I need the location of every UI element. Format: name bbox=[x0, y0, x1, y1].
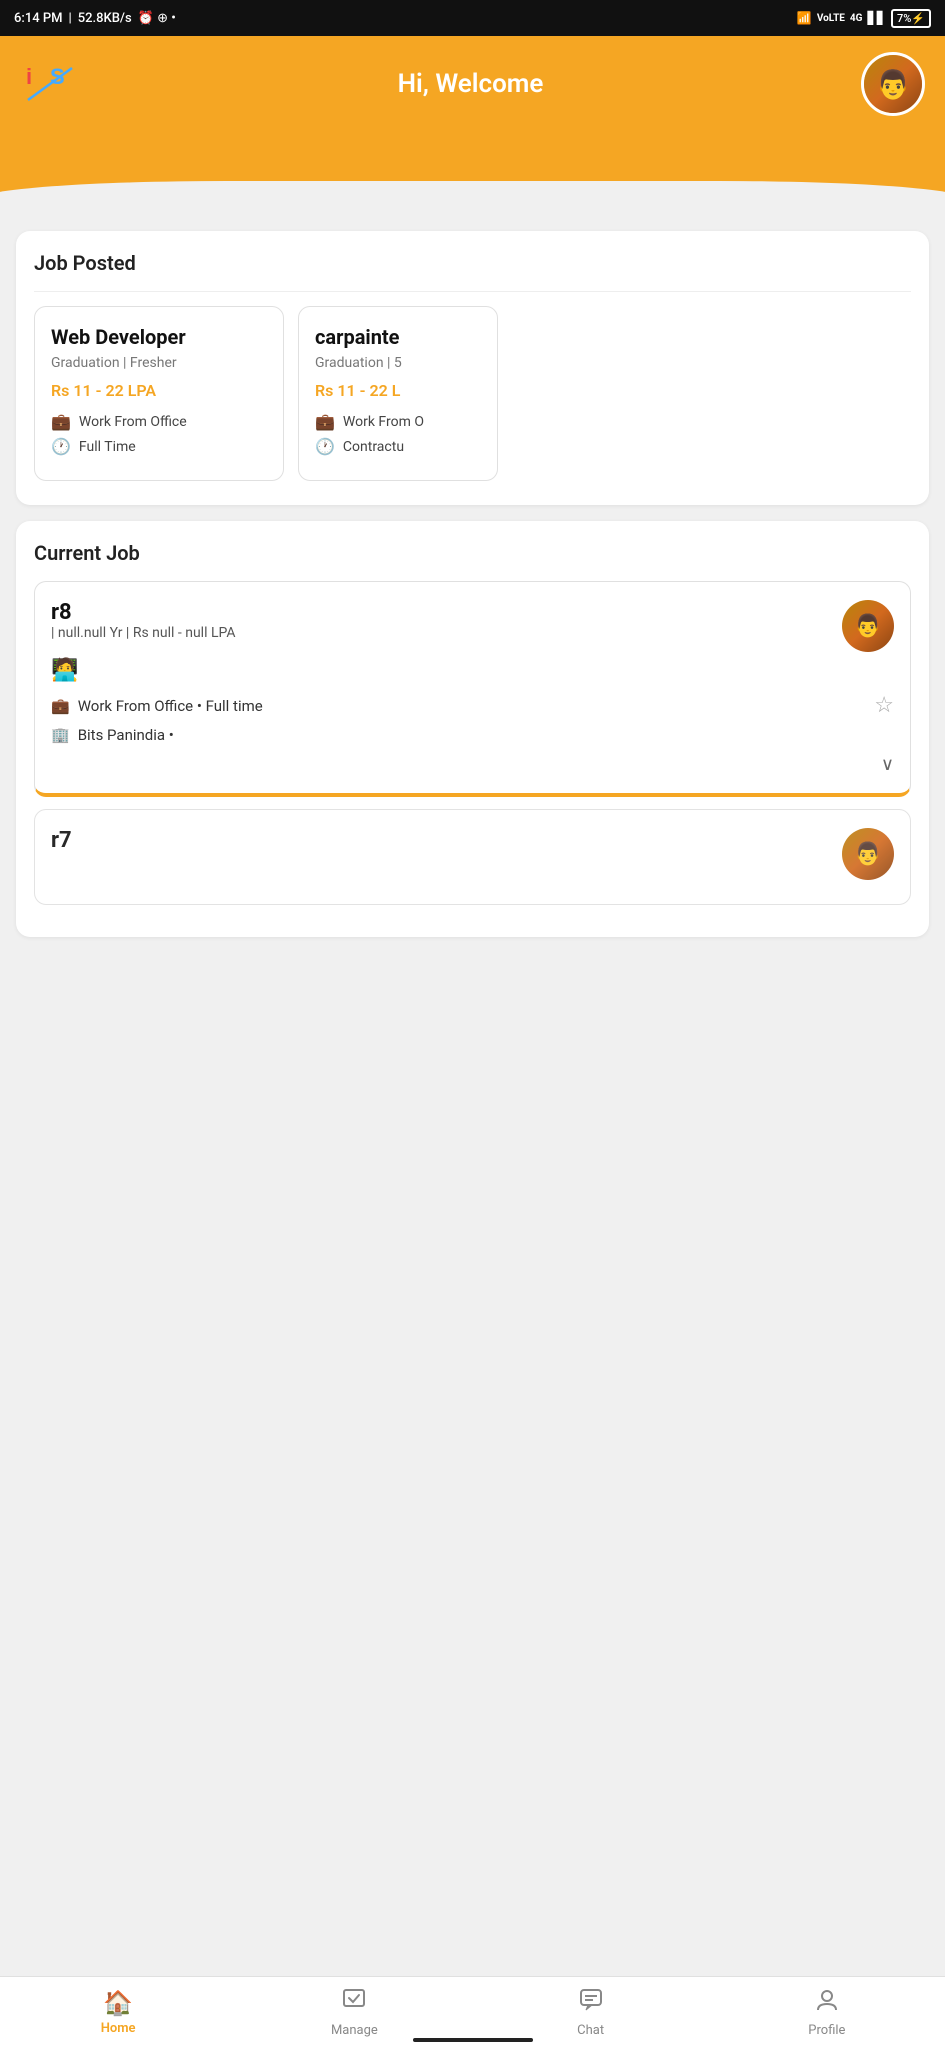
job-title-1: carpainte bbox=[315, 325, 481, 349]
cj-meta-0: | null.null Yr | Rs null - null LPA bbox=[51, 625, 236, 641]
briefcase-icon-0: 💼 bbox=[51, 412, 71, 431]
svg-text:3: 3 bbox=[36, 72, 50, 102]
svg-text:S: S bbox=[50, 64, 65, 89]
jobs-scroll[interactable]: Web Developer Graduation | Fresher Rs 11… bbox=[34, 306, 911, 485]
status-icons: ⏰ ⊕ • bbox=[138, 11, 176, 26]
chevron-row-0[interactable]: ∨ bbox=[51, 754, 894, 775]
cj-detail-row-0: 💼 Work From Office • Full time ☆ bbox=[51, 693, 894, 718]
briefcase-icon-cj0: 💼 bbox=[51, 697, 70, 715]
wifi-icon: 📶 bbox=[797, 11, 812, 25]
job-title-0: Web Developer bbox=[51, 325, 267, 349]
job-salary-0: Rs 11 - 22 LPA bbox=[51, 381, 267, 400]
chat-icon bbox=[578, 1987, 604, 2019]
status-right: 📶 VoLTE 4G ▋▋ 7%⚡ bbox=[797, 9, 931, 28]
header-greeting: Hi, Welcome bbox=[80, 69, 861, 99]
battery-icon: 7%⚡ bbox=[891, 9, 931, 28]
job-posted-title: Job Posted bbox=[34, 251, 911, 275]
manage-icon bbox=[341, 1987, 367, 2019]
volte-icon: VoLTE bbox=[817, 13, 845, 24]
building-icon-0: 🏢 bbox=[51, 726, 70, 744]
clock-icon-1: 🕐 bbox=[315, 437, 335, 456]
home-indicator bbox=[413, 2038, 533, 2042]
home-icon: 🏠 bbox=[103, 1989, 133, 2017]
nav-home[interactable]: 🏠 Home bbox=[0, 1977, 236, 2048]
job-meta-0: Graduation | Fresher bbox=[51, 355, 267, 371]
current-job-item-1[interactable]: r7 👨 bbox=[34, 809, 911, 905]
job-meta-1: Graduation | 5 bbox=[315, 355, 481, 371]
nav-profile-label: Profile bbox=[808, 2023, 845, 2038]
status-time: 6:14 PM bbox=[14, 11, 63, 26]
main-content: Job Posted Web Developer Graduation | Fr… bbox=[0, 217, 945, 1057]
avatar-image: 👨 bbox=[864, 55, 922, 113]
nav-profile[interactable]: Profile bbox=[709, 1977, 945, 2048]
job-work-1: 💼 Work From O bbox=[315, 412, 481, 431]
cj-work-detail-0: 💼 Work From Office • Full time bbox=[51, 697, 263, 715]
nav-home-label: Home bbox=[101, 2021, 136, 2036]
cj-top-0: r8 | null.null Yr | Rs null - null LPA 👨 bbox=[51, 600, 894, 652]
cj-top-1: r7 👨 bbox=[51, 828, 894, 880]
status-bar: 6:14 PM | 52.8KB/s ⏰ ⊕ • 📶 VoLTE 4G ▋▋ 7… bbox=[0, 0, 945, 36]
current-job-section: Current Job r8 | null.null Yr | Rs null … bbox=[16, 521, 929, 937]
status-speed: 52.8KB/s bbox=[78, 11, 132, 26]
work-person-icon: 🧑‍💻 bbox=[51, 658, 894, 683]
4g-icon: 4G bbox=[850, 13, 863, 24]
chevron-down-icon-0: ∨ bbox=[881, 754, 894, 775]
nav-chat-label: Chat bbox=[577, 2023, 604, 2038]
user-avatar[interactable]: 👨 bbox=[861, 52, 925, 116]
current-job-title: Current Job bbox=[34, 541, 911, 565]
signal-icon: ▋▋ bbox=[867, 11, 885, 25]
job-posted-section: Job Posted Web Developer Graduation | Fr… bbox=[16, 231, 929, 505]
svg-text:i: i bbox=[26, 64, 32, 89]
status-left: 6:14 PM | 52.8KB/s ⏰ ⊕ • bbox=[14, 11, 176, 26]
job-time-1: 🕐 Contractu bbox=[315, 437, 481, 456]
profile-icon bbox=[814, 1987, 840, 2019]
job-work-0: 💼 Work From Office bbox=[51, 412, 267, 431]
logo-svg: i 3 S bbox=[22, 56, 78, 112]
cj-avatar-0: 👨 bbox=[842, 600, 894, 652]
clock-icon-0: 🕐 bbox=[51, 437, 71, 456]
job-salary-1: Rs 11 - 22 L bbox=[315, 381, 481, 400]
favorite-star-0[interactable]: ☆ bbox=[874, 693, 894, 718]
cj-name-1: r7 bbox=[51, 828, 72, 853]
job-card-1[interactable]: carpainte Graduation | 5 Rs 11 - 22 L 💼 … bbox=[298, 306, 498, 481]
briefcase-icon-1: 💼 bbox=[315, 412, 335, 431]
status-network: | bbox=[69, 11, 72, 26]
app-header: i 3 S Hi, Welcome 👨 bbox=[0, 36, 945, 186]
job-card-0[interactable]: Web Developer Graduation | Fresher Rs 11… bbox=[34, 306, 284, 481]
job-time-0: 🕐 Full Time bbox=[51, 437, 267, 456]
bottom-spacer bbox=[16, 953, 929, 1043]
cj-company-row-0: 🏢 Bits Panindia • bbox=[51, 726, 894, 744]
nav-manage-label: Manage bbox=[331, 2023, 378, 2038]
cj-name-0: r8 bbox=[51, 600, 236, 625]
cj-avatar-1: 👨 bbox=[842, 828, 894, 880]
current-job-item-0[interactable]: r8 | null.null Yr | Rs null - null LPA 👨… bbox=[34, 581, 911, 797]
app-logo: i 3 S bbox=[20, 54, 80, 114]
